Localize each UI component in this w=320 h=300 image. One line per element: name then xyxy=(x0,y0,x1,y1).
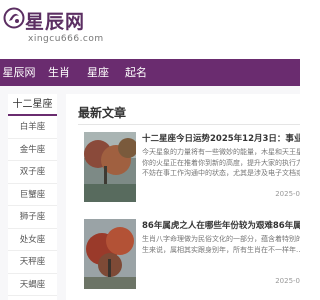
main-content: 最新文章 十二星座今日运势2025年12月3日：事业、财富、爱情 今天星象的力量… xyxy=(66,94,300,300)
site-logo-text[interactable]: 星辰网 xyxy=(25,7,85,34)
sidebar-item-leo[interactable]: 狮子座 xyxy=(8,206,57,229)
article-summary: 今天星象的力量将有一些微妙的能量，木星和天王星产生六分相，带来突破 你的火星正在… xyxy=(142,147,300,189)
sidebar: 十二星座 白羊座 金牛座 双子座 巨蟹座 狮子座 处女座 天秤座 天蝎座 xyxy=(8,94,57,300)
sidebar-title: 十二星座 xyxy=(8,94,57,116)
sidebar-item-virgo[interactable]: 处女座 xyxy=(8,229,57,251)
article-thumbnail[interactable] xyxy=(84,219,136,289)
article-summary-line: 今天星象的力量将有一些微妙的能量，木星和天王星产生六分相，带来突破 xyxy=(142,148,300,156)
section-title: 最新文章 xyxy=(78,106,127,120)
nav-item-home[interactable]: 星辰网 xyxy=(0,59,38,86)
site-domain: xingcu666.com xyxy=(28,34,104,44)
article-summary: 生肖八字命理做为民俗文化的一部分，蕴含着特别的逻辑体系。从五行相 生来说，属相其… xyxy=(142,234,300,276)
sidebar-item-taurus[interactable]: 金牛座 xyxy=(8,139,57,161)
article-title[interactable]: 86年属虎之人在哪些年份较为艰难86年属虎艰难的那些 xyxy=(142,219,300,231)
article-date: 2025-0 xyxy=(275,190,300,198)
article-item[interactable]: 86年属虎之人在哪些年份较为艰难86年属虎艰难的那些 生肖八字命理做为民俗文化的… xyxy=(78,219,300,289)
article-date: 2025-0 xyxy=(275,277,300,285)
sidebar-item-aries[interactable]: 白羊座 xyxy=(8,116,57,139)
sidebar-item-gemini[interactable]: 双子座 xyxy=(8,161,57,184)
article-summary-line: 不妨在事工作沟通中的状态，尤其是涉及电子文档或远程协作的... xyxy=(142,169,300,177)
sidebar-item-scorpio[interactable]: 天蝎座 xyxy=(8,274,57,296)
main-nav: 星辰网 生肖 星座 起名 xyxy=(0,59,300,86)
article-title[interactable]: 十二星座今日运势2025年12月3日：事业、财富、爱情 xyxy=(142,132,300,144)
sidebar-item-libra[interactable]: 天秤座 xyxy=(8,251,57,274)
site-header: 星辰网 xingcu666.com xyxy=(0,0,300,53)
nav-item-constellations[interactable]: 星座 xyxy=(80,59,116,86)
article-summary-line: 你的火星正在推着你到新的高度，提升大家的执行力与动能，今日需要保持积极行动力，1… xyxy=(142,158,300,167)
article-summary-line: 生肖八字命理做为民俗文化的一部分，蕴含着特别的逻辑体系。从五行相 xyxy=(142,235,300,243)
nav-item-zodiac-animals[interactable]: 生肖 xyxy=(41,59,77,86)
section-divider xyxy=(78,124,300,125)
nav-item-naming[interactable]: 起名 xyxy=(121,59,151,86)
sidebar-item-cancer[interactable]: 巨蟹座 xyxy=(8,184,57,206)
star-logo-icon[interactable] xyxy=(3,7,25,29)
article-thumbnail[interactable] xyxy=(84,132,136,202)
article-item[interactable]: 十二星座今日运势2025年12月3日：事业、财富、爱情 今天星象的力量将有一些微… xyxy=(78,132,300,202)
article-summary-line: 生来说，属相其实跟身别年，所有生肖在不一样年... xyxy=(142,245,300,254)
